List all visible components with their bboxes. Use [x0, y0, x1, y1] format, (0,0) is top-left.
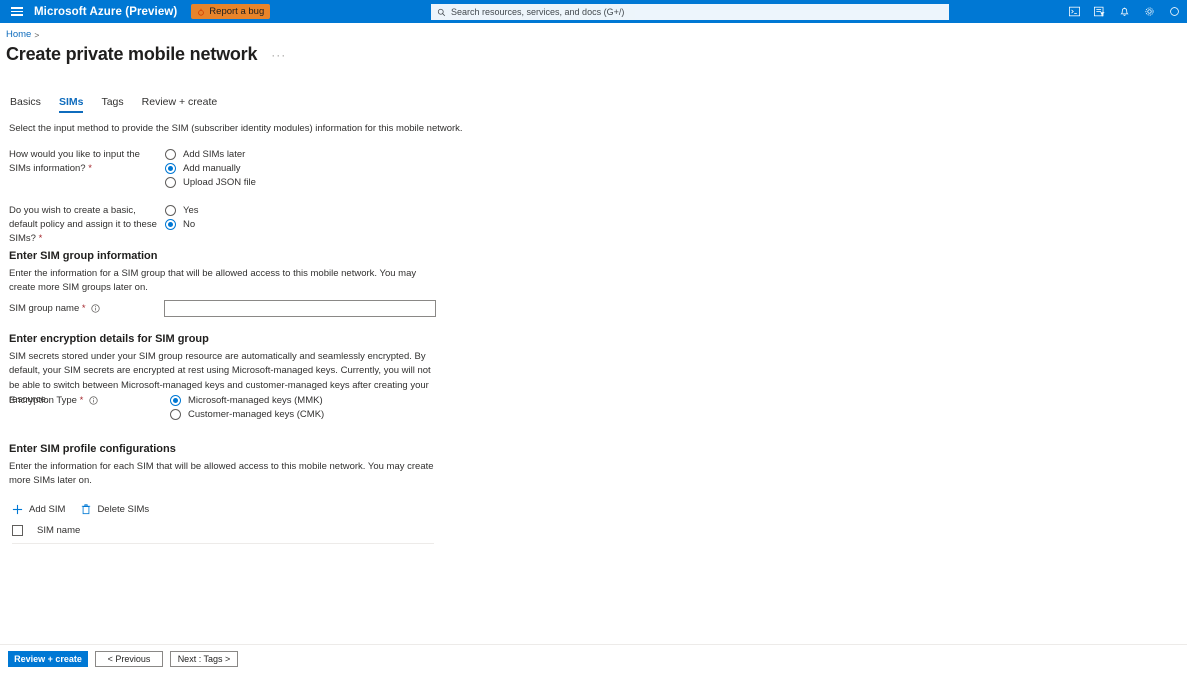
required-asterisk: *	[81, 302, 86, 314]
sim-profile-section-description: Enter the information for each SIM that …	[9, 461, 434, 487]
radio-circle	[165, 149, 176, 160]
radio-circle	[165, 177, 176, 188]
tab-tags[interactable]: Tags	[92, 96, 132, 113]
sim-group-section-description: Enter the information for a SIM group th…	[9, 268, 417, 294]
radio-customer-managed-keys[interactable]: Customer-managed keys (CMK)	[170, 409, 324, 420]
review-create-button[interactable]: Review + create	[8, 651, 88, 667]
radio-circle	[165, 205, 176, 216]
radio-circle-selected	[165, 163, 176, 174]
hamburger-icon[interactable]	[0, 0, 34, 23]
radio-customer-managed-keys-label: Customer-managed keys (CMK)	[188, 408, 325, 420]
field-encryption-type: Encryption Type * Microsoft-managed keys…	[9, 394, 324, 420]
radio-upload-json-file[interactable]: Upload JSON file	[165, 177, 256, 188]
radio-circle	[170, 409, 181, 420]
radio-add-manually[interactable]: Add manually	[165, 163, 256, 174]
next-tags-button[interactable]: Next : Tags >	[170, 651, 238, 667]
field-input-method-label: How would you like to input the SIMs inf…	[9, 148, 159, 188]
required-asterisk: *	[88, 162, 92, 174]
field-encryption-type-label-text: Encryption Type	[9, 395, 77, 406]
tab-tags-label: Tags	[101, 96, 124, 108]
column-header-sim-name: SIM name	[37, 525, 81, 536]
field-sim-group-name-label-text: SIM group name	[9, 302, 80, 314]
help-question-icon[interactable]	[1162, 0, 1187, 23]
settings-gear-icon[interactable]	[1137, 0, 1162, 23]
directory-filter-icon[interactable]	[1087, 0, 1112, 23]
sim-table-command-bar: Add SIM Delete SIMs	[12, 504, 149, 515]
field-input-method: How would you like to input the SIMs inf…	[9, 148, 256, 188]
search-icon	[437, 8, 446, 16]
add-sim-button[interactable]: Add SIM	[12, 504, 65, 515]
tab-basics[interactable]: Basics	[8, 96, 50, 113]
sims-intro-text: Select the input method to provide the S…	[9, 123, 463, 134]
field-default-policy-label-text: Do you wish to create a basic, default p…	[9, 205, 157, 244]
encryption-type-radio-group: Microsoft-managed keys (MMK) Customer-ma…	[170, 395, 324, 420]
info-icon[interactable]	[91, 303, 100, 313]
sim-profile-section-heading: Enter SIM profile configurations	[9, 443, 176, 455]
tab-basics-label: Basics	[10, 96, 41, 108]
breadcrumb-separator: >	[34, 29, 40, 40]
radio-upload-json-file-label: Upload JSON file	[183, 176, 256, 188]
required-asterisk: *	[38, 232, 43, 244]
radio-add-sims-later-label: Add SIMs later	[183, 148, 246, 160]
encryption-section-heading: Enter encryption details for SIM group	[9, 333, 209, 345]
radio-policy-no-label: No	[183, 218, 196, 230]
sim-table-header-row: SIM name	[12, 525, 434, 544]
delete-sims-label: Delete SIMs	[97, 504, 150, 515]
info-icon[interactable]	[89, 396, 98, 405]
default-policy-radio-group: Yes No	[165, 205, 199, 245]
azure-brand-label[interactable]: Microsoft Azure (Preview)	[34, 6, 177, 18]
hamburger-line	[11, 7, 23, 9]
bug-icon	[198, 8, 205, 16]
radio-policy-no[interactable]: No	[165, 219, 199, 230]
radio-circle-selected	[170, 395, 181, 406]
page-more-menu-icon[interactable]: ···	[271, 48, 286, 65]
input-method-radio-group: Add SIMs later Add manually Upload JSON …	[165, 149, 256, 188]
field-sim-group-name-label: SIM group name *	[9, 302, 164, 316]
delete-sims-button[interactable]: Delete SIMs	[81, 504, 149, 515]
trash-icon	[82, 504, 91, 515]
hamburger-line	[11, 14, 23, 16]
plus-icon	[12, 504, 23, 515]
previous-button[interactable]: < Previous	[95, 651, 163, 667]
page-title-row: Create private mobile network ···	[6, 44, 286, 65]
global-search-placeholder: Search resources, services, and docs (G+…	[451, 7, 625, 17]
radio-add-manually-label: Add manually	[183, 162, 241, 174]
add-sim-label: Add SIM	[29, 504, 66, 515]
required-asterisk: *	[79, 395, 84, 406]
tab-sims[interactable]: SIMs	[50, 96, 93, 113]
sim-group-name-input[interactable]	[164, 300, 436, 317]
sim-group-section-heading: Enter SIM group information	[9, 250, 158, 262]
cloud-shell-icon[interactable]	[1062, 0, 1087, 23]
notifications-bell-icon[interactable]	[1112, 0, 1137, 23]
hamburger-line	[11, 10, 23, 13]
field-default-policy-label: Do you wish to create a basic, default p…	[9, 204, 159, 245]
radio-microsoft-managed-keys-label: Microsoft-managed keys (MMK)	[188, 394, 323, 406]
tab-sims-label: SIMs	[58, 96, 84, 108]
breadcrumb: Home >	[6, 29, 39, 40]
wizard-footer: Review + create < Previous Next : Tags >	[0, 644, 1187, 673]
radio-policy-yes-label: Yes	[183, 204, 199, 216]
tab-review-create[interactable]: Review + create	[133, 96, 227, 113]
breadcrumb-item-home[interactable]: Home	[6, 29, 31, 40]
radio-circle-selected	[165, 219, 176, 230]
wizard-tabs: Basics SIMs Tags Review + create	[8, 96, 226, 113]
global-search-input[interactable]: Search resources, services, and docs (G+…	[431, 4, 949, 20]
field-default-policy: Do you wish to create a basic, default p…	[9, 204, 199, 245]
report-a-bug-label: Report a bug	[209, 6, 265, 17]
select-all-checkbox[interactable]	[12, 525, 23, 536]
tab-review-create-label: Review + create	[141, 96, 218, 108]
top-bar-icon-group	[1062, 0, 1187, 23]
page-title: Create private mobile network	[6, 44, 258, 64]
field-sim-group-name: SIM group name *	[9, 300, 436, 317]
report-a-bug-button[interactable]: Report a bug	[191, 4, 271, 19]
top-navigation-bar: Microsoft Azure (Preview) Report a bug S…	[0, 0, 1187, 23]
radio-policy-yes[interactable]: Yes	[165, 205, 199, 216]
radio-add-sims-later[interactable]: Add SIMs later	[165, 149, 256, 160]
field-input-method-label-text: How would you like to input the SIMs inf…	[9, 149, 140, 174]
radio-microsoft-managed-keys[interactable]: Microsoft-managed keys (MMK)	[170, 395, 324, 406]
field-encryption-type-label: Encryption Type *	[9, 394, 164, 420]
